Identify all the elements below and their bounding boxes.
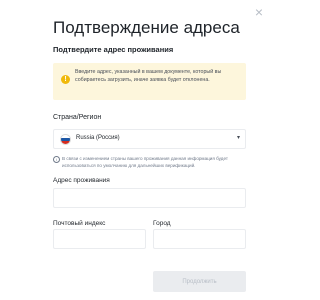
region-select[interactable]: Russia (Россия) ▾: [53, 129, 246, 149]
warning-icon: !: [61, 75, 70, 84]
info-icon: i: [53, 156, 60, 163]
address-label: Адрес проживания: [53, 177, 110, 184]
region-info-text: В связи с изменением страны вашего прожи…: [62, 156, 228, 168]
dialog-subtitle: Подтвердите адрес проживания: [53, 45, 174, 54]
close-icon[interactable]: ×: [252, 5, 266, 19]
continue-button[interactable]: Продолжить: [153, 271, 246, 292]
warning-text: Введите адрес, указанный в вашем докумен…: [75, 69, 222, 83]
region-label: Страна/Регион: [53, 114, 102, 121]
dialog-title: Подтверждение адреса: [53, 18, 240, 37]
warning-banner: ! Введите адрес, указанный в вашем докум…: [53, 63, 246, 100]
chevron-down-icon: ▾: [236, 135, 240, 141]
postal-code-label: Почтовый индекс: [53, 220, 106, 227]
city-input[interactable]: [153, 229, 246, 249]
city-label: Город: [153, 220, 171, 227]
russia-flag-icon: [60, 134, 71, 145]
postal-code-input[interactable]: [53, 229, 146, 249]
region-select-value: Russia (Россия): [76, 135, 120, 141]
address-input[interactable]: [53, 188, 246, 208]
